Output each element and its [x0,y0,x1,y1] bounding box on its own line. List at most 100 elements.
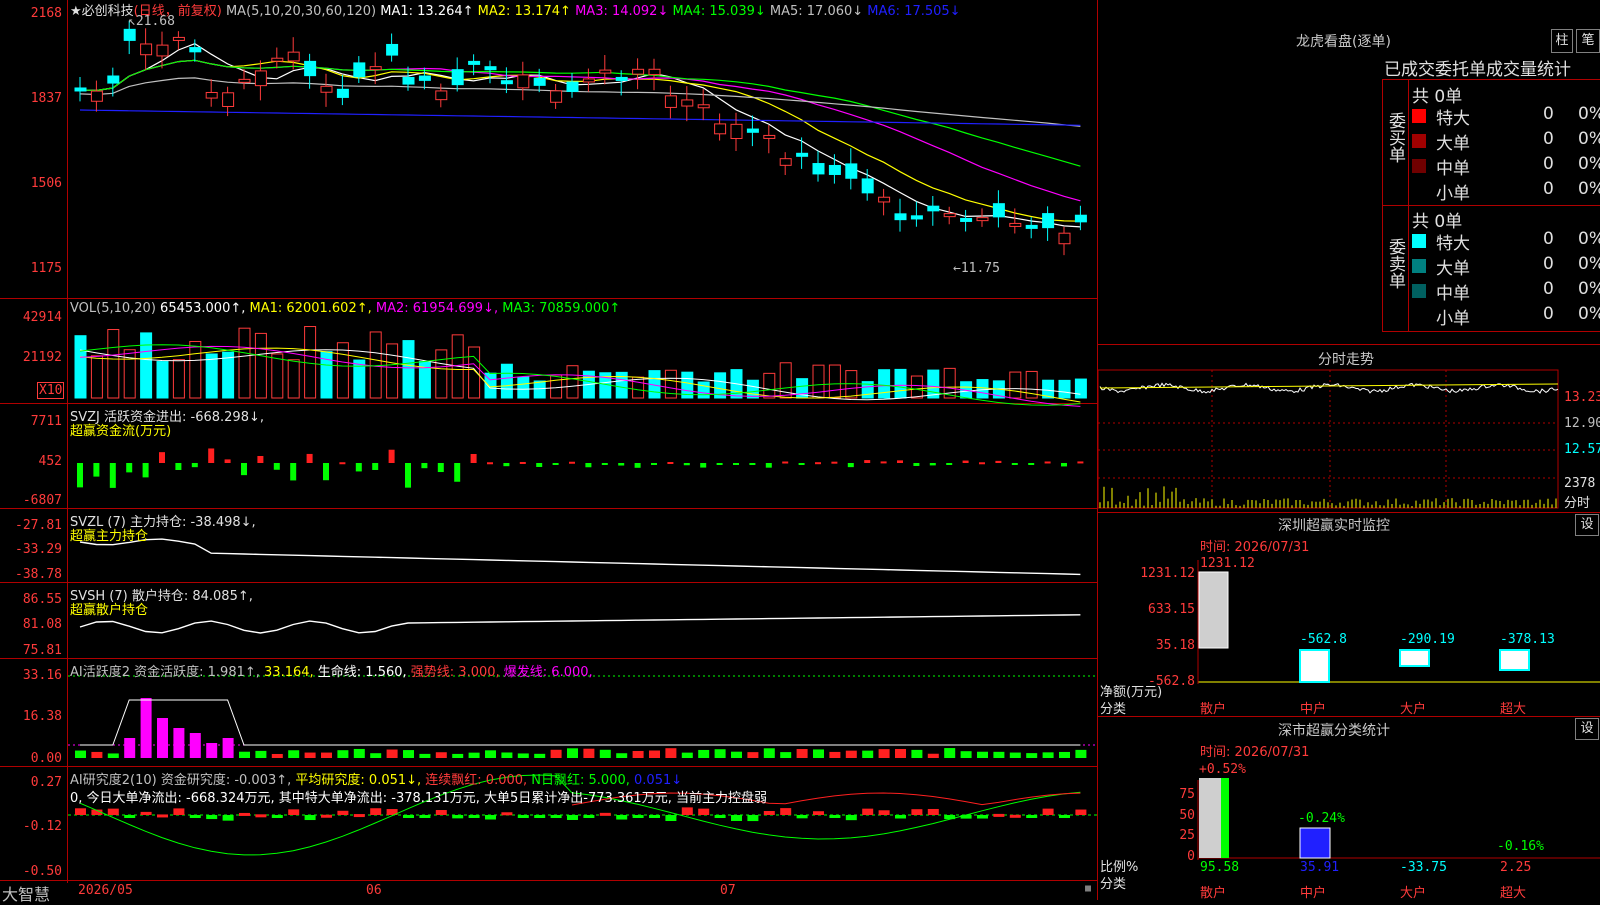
brush-mode-button[interactable]: 笔 [1576,29,1600,53]
order-pct: 0% [1578,104,1600,124]
ai-active-y-label: 16.38 [22,709,62,724]
header-segment: AI活跃度2 资金活跃度: 1.981↑, [70,665,265,680]
volume-bar [910,375,923,399]
header-segment: MA1: 62001.602↑, [249,301,376,316]
volume-bar [287,359,300,399]
activity-bar [534,753,546,758]
candle-body [353,62,366,78]
volume-bar [500,363,513,399]
flow-bar [241,463,247,476]
flow-bar [618,463,625,466]
research-bar [911,809,923,815]
activity-bar [370,753,382,758]
flow-bar [109,463,116,488]
kline-y-label: 1506 [30,176,62,191]
volume-bar [140,332,153,399]
category-value: -33.75 [1400,860,1447,875]
candle-body [697,104,710,109]
candle-body [992,203,1005,218]
candle-body [386,43,399,56]
flow-bar [798,463,805,465]
flow-bar [962,460,969,463]
research-bar [878,810,890,815]
header-segment: MA3: 14.092↓ [575,4,673,19]
header-segment: 0.051↓ [634,773,683,788]
activity-bar [681,752,693,758]
fenshi-price: 12.57 [1564,442,1600,457]
research-bar [403,815,414,818]
bar-mode-button[interactable]: 柱 [1551,29,1573,53]
activity-bar [288,750,300,758]
activity-bar [599,749,611,758]
research-bar [583,815,595,818]
volume-bar [336,342,349,399]
order-pct: 0% [1578,179,1600,199]
svzj-y-label: 452 [38,454,62,469]
volume-bar [74,335,87,399]
candle-body [451,69,464,86]
category-value: -378.13 [1500,632,1555,647]
order-size-row: 特大 0 0% [1410,104,1600,129]
candle-body [746,128,759,133]
candle-body [287,51,300,62]
flow-bar [372,463,379,470]
research-bar [665,815,677,822]
volume-bar [746,379,759,399]
classify-title: 深市超赢分类统计 [1278,723,1390,739]
category-value: 1231.12 [1200,556,1255,571]
header-segment: 连续飘红: 0.000, [425,773,532,788]
volume-bar [156,361,169,399]
svsh-subtitle: 超赢散户持仓 [70,603,149,618]
activity-bar [386,749,398,758]
color-swatch [1412,284,1426,298]
activity-bar [419,753,431,758]
header-segment: MA6: 17.505↓ [867,4,961,19]
flow-bar [323,463,329,481]
activity-bar [173,728,185,758]
flow-bar [733,463,739,465]
classify-settings-button[interactable]: 设 [1575,718,1599,740]
activity-bar [895,748,906,758]
realtime-settings-button[interactable]: 设 [1575,514,1599,536]
price-chart-canvas[interactable] [0,0,1600,900]
flow-bar [815,462,821,465]
activity-bar [763,748,775,758]
candle-body [714,123,727,135]
research-bar [468,815,480,818]
order-pct: 0% [1578,154,1600,174]
research-bar [927,808,939,815]
research-bar [435,810,447,815]
activity-bar [960,751,972,758]
candle-body [648,68,661,76]
flow-bar [191,463,198,468]
position-line [79,614,1081,634]
order-size-label: 大单 [1436,134,1470,154]
research-bar [321,814,332,818]
flow-bar [716,463,723,465]
activity-bar [632,750,644,758]
divider [1097,344,1600,345]
low-price-note: ←11.75 [953,261,1000,276]
flow-bar [503,463,510,467]
research-bar [1059,815,1070,818]
volume-bar [517,376,530,399]
research-bar [796,815,808,819]
svzl-y-label: -27.81 [15,518,62,533]
flow-bar [536,463,543,467]
candle-body [976,217,989,222]
flow-bar [831,461,838,464]
category-value: 95.58 [1200,860,1240,875]
ma-legend: MA(5,10,20,30,60,120) MA1: 13.264↑ MA2: … [226,4,961,19]
flow-bar [257,456,264,463]
activity-bar [321,752,332,758]
activity-bar [731,751,742,758]
fenshi-frame [1097,369,1559,509]
ai-research-y-label: 0.27 [30,775,62,790]
classify-annotation: +0.52% [1199,762,1246,777]
candle-body [140,43,153,56]
flow-bar [77,463,83,488]
research-bar [107,808,119,815]
order-size-label: 中单 [1436,159,1470,179]
activity-bar [780,752,792,758]
activity-bar [747,752,759,758]
